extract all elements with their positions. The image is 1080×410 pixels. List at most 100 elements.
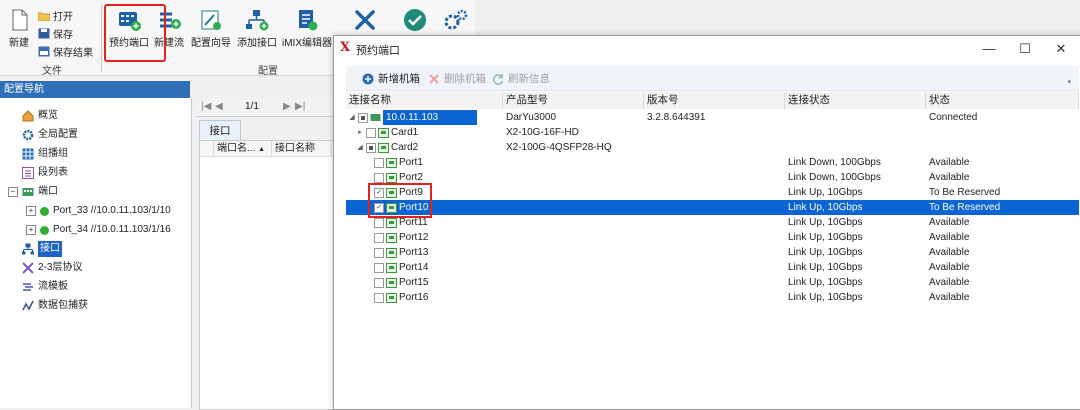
port-icon [386,262,397,273]
checkbox[interactable] [374,232,384,243]
protocol-icon [22,262,34,274]
tree-row-port11[interactable]: Port11 Link Up, 10Gbps Available [346,215,1079,230]
last-page-icon[interactable]: ▶| [295,101,305,112]
tree-row-port14[interactable]: Port14 Link Up, 10Gbps Available [346,260,1079,275]
port-icon [386,217,397,228]
cell-link-status: Link Up, 10Gbps [788,202,863,213]
tree-row-port2[interactable]: Port2 Link Down, 100Gbps Available [346,170,1079,185]
tree-expand-icon[interactable]: ▸ [356,125,364,140]
nav-item-port-34[interactable]: + Port_34 //10.0.11.103/1/16 [26,222,171,238]
column-header-model[interactable]: 产品型号 [503,92,644,109]
tree-row-port12[interactable]: Port12 Link Up, 10Gbps Available [346,230,1079,245]
first-page-icon[interactable]: |◀ [201,101,211,112]
gear-icon [22,129,34,141]
add-interface-button[interactable]: 添加接口 [236,8,278,49]
checkbox[interactable] [374,217,384,228]
home-icon [22,110,34,122]
checkbox[interactable] [374,172,384,183]
cell-status: Available [929,292,970,303]
tree-row-port10[interactable]: ✓ Port10 Link Up, 10Gbps To Be Reserved [346,200,1079,215]
checkbox[interactable] [366,127,376,138]
next-page-icon[interactable]: ▶ [283,101,291,112]
nav-item-ports[interactable]: − 端口 [8,184,58,200]
open-button[interactable]: 打开 [38,8,73,23]
checkbox[interactable] [374,157,384,168]
cell-link-status: Link Down, 100Gbps [788,172,881,183]
page-indicator: 1/1 [245,101,259,112]
tools-icon[interactable] [353,8,377,32]
port-icon [386,292,397,303]
nav-item-segment-list[interactable]: 段列表 [22,165,68,181]
column-header-status[interactable]: 状态 [926,92,1079,109]
tree-collapse-icon[interactable]: ◢ [356,140,364,155]
tree-row-port1[interactable]: Port1 Link Down, 100Gbps Available [346,155,1079,170]
cell-status: Available [929,262,970,273]
checkbox[interactable] [374,247,384,258]
nav-item-multicast[interactable]: 组播组 [22,146,68,162]
tab-interface[interactable]: 接口 [199,120,241,141]
nav-item-l2-l3-protocol[interactable]: 2-3层协议 [22,260,82,276]
nav-item-packet-capture[interactable]: 数据包捕获 [22,298,88,314]
tree-row-port9[interactable]: ✓ Port9 Link Up, 10Gbps To Be Reserved [346,185,1079,200]
save-result-label: 保存结果 [53,48,93,59]
toolbar-overflow-icon[interactable]: ▾ [1067,78,1071,86]
port-name: Port1 [399,157,423,168]
cell-link-status: Link Up, 10Gbps [788,247,863,258]
cell-link-status: Link Up, 10Gbps [788,187,863,198]
save-result-button[interactable]: 保存结果 [38,44,93,59]
save-button[interactable]: 保存 [38,26,73,41]
checkbox-partial[interactable] [366,142,376,153]
tree-row-card2[interactable]: ◢ Card2 X2-100G-4QSFP28-HQ [346,140,1079,155]
column-header-port-name[interactable]: 端口名... ▲ [214,141,272,157]
expand-icon[interactable]: + [26,206,36,216]
nav-item-port-33[interactable]: + Port_33 //10.0.11.103/1/10 [26,203,171,219]
card-name: Card2 [391,142,419,153]
interface-icon [22,243,34,255]
maximize-button[interactable]: ☐ [1010,39,1040,59]
save-icon [38,28,50,39]
tree-row-port15[interactable]: Port15 Link Up, 10Gbps Available [346,275,1079,290]
chassis-icon [370,114,381,121]
delete-chassis-button[interactable]: 删除机箱 [428,71,486,86]
nav-item-interface[interactable]: 接口 [22,241,62,257]
collapse-icon[interactable]: − [8,187,18,197]
imix-editor-icon [299,10,318,31]
chassis-grid-header: 连接名称 产品型号 版本号 连接状态 状态 [346,92,1079,110]
wizard-icon [201,10,221,30]
column-header-link-status[interactable]: 连接状态 [785,92,926,109]
new-button[interactable]: 新建 [6,8,32,49]
imix-editor-button[interactable]: iMIX编辑器 [280,8,334,49]
config-wizard-label: 配置向导 [191,38,231,49]
add-interface-icon [246,10,269,31]
checkbox-partial[interactable] [358,112,368,123]
checkbox[interactable] [374,262,384,273]
tree-row-card1[interactable]: ▸ Card1 X2-10G-16F-HD [346,125,1079,140]
add-chassis-button[interactable]: 新增机箱 [362,71,420,86]
checkbox[interactable] [374,292,384,303]
column-header-interface-name[interactable]: 接口名称 [272,141,332,157]
dialog-title-bar[interactable]: X 预约端口 — ☐ ✕ [334,36,1079,62]
nav-item-stream-template[interactable]: 流模板 [22,279,68,295]
interface-grid: 端口名... ▲ 接口名称 [199,140,341,410]
check-icon[interactable] [403,8,427,32]
gears-icon[interactable] [443,8,469,32]
card-icon [378,142,389,153]
tree-row-port13[interactable]: Port13 Link Up, 10Gbps Available [346,245,1079,260]
column-header-connection[interactable]: 连接名称 [346,92,503,109]
minimize-button[interactable]: — [974,39,1004,59]
tree-collapse-icon[interactable]: ◢ [348,110,356,125]
tree-row-chassis[interactable]: ◢ 10.0.11.103 DarYu3000 3.2.8.644391 Con… [346,110,1079,125]
nav-item-overview[interactable]: 概览 [22,108,58,124]
row-header-corner [200,141,214,157]
nav-item-global-config[interactable]: 全局配置 [22,127,78,143]
prev-page-icon[interactable]: ◀ [215,101,223,112]
cell-status: Available [929,172,970,183]
cell-link-status: Link Down, 100Gbps [788,157,881,168]
close-button[interactable]: ✕ [1046,39,1076,59]
config-wizard-button[interactable]: 配置向导 [188,8,234,49]
refresh-info-button[interactable]: 刷新信息 [492,71,550,86]
checkbox[interactable] [374,277,384,288]
expand-icon[interactable]: + [26,225,36,235]
tree-row-port16[interactable]: Port16 Link Up, 10Gbps Available [346,290,1079,305]
column-header-version[interactable]: 版本号 [644,92,785,109]
